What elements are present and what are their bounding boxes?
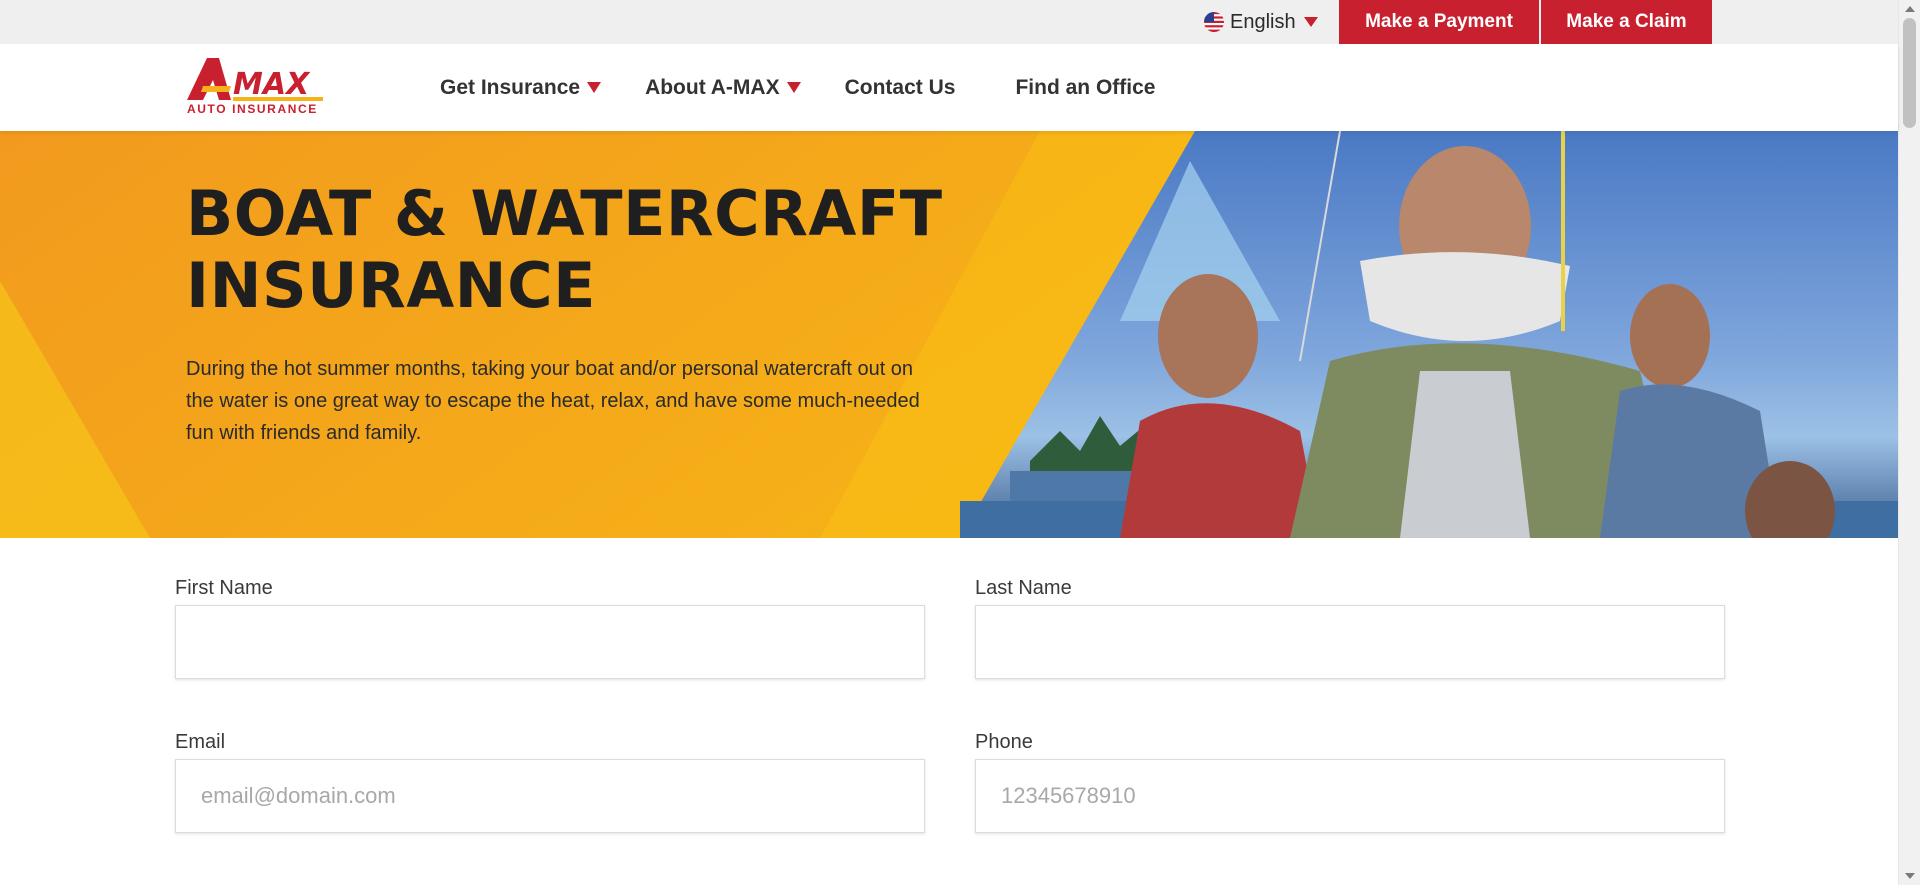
main-nav: Get Insurance About A-MAX Contact Us Fin… — [440, 44, 1155, 131]
first-name-label: First Name — [175, 577, 273, 599]
page-scrollbar[interactable] — [1898, 0, 1920, 885]
nav-get-insurance[interactable]: Get Insurance — [440, 75, 602, 100]
first-name-field[interactable] — [175, 605, 925, 679]
chevron-down-icon — [1303, 17, 1318, 27]
phone-field[interactable] — [975, 759, 1725, 833]
amax-logo[interactable]: MAX AUTO INSURANCE — [185, 56, 325, 120]
language-selector[interactable]: English — [1204, 11, 1318, 33]
hero-banner: BOAT & WATERCRAFT INSURANCE During the h… — [0, 131, 1898, 538]
nav-label-find-office: Find an Office — [1015, 75, 1156, 99]
us-flag-icon — [1204, 12, 1224, 32]
scroll-down-arrow-icon[interactable] — [1905, 873, 1915, 879]
site-header: MAX AUTO INSURANCE Get Insurance About A… — [0, 44, 1898, 131]
make-claim-button[interactable]: Make a Claim — [1541, 0, 1712, 44]
make-payment-button[interactable]: Make a Payment — [1339, 0, 1539, 44]
nav-find-office[interactable]: Find an Office — [1015, 76, 1155, 100]
page-title-line2: INSURANCE — [186, 249, 596, 322]
nav-about[interactable]: About A-MAX — [645, 76, 801, 100]
email-label: Email — [175, 731, 226, 753]
logo-subtitle: AUTO INSURANCE — [187, 102, 318, 116]
phone-label: Phone — [975, 731, 1033, 753]
page-title-line1: BOAT & WATERCRAFT — [186, 177, 943, 250]
language-label: English — [1230, 10, 1296, 33]
quote-form: First Name Last Name Email Phone — [0, 538, 1898, 885]
page-title: BOAT & WATERCRAFT INSURANCE — [186, 178, 986, 322]
last-name-label: Last Name — [975, 577, 1072, 599]
amax-logo-mark: MAX — [187, 58, 323, 102]
nav-contact-us[interactable]: Contact Us — [845, 76, 956, 100]
email-field[interactable] — [175, 759, 925, 833]
nav-label-contact-us: Contact Us — [844, 75, 956, 99]
nav-label-about: About A-MAX — [645, 75, 780, 99]
scroll-up-arrow-icon[interactable] — [1905, 6, 1915, 12]
svg-text:MAX: MAX — [233, 67, 311, 102]
last-name-field[interactable] — [975, 605, 1725, 679]
scroll-thumb[interactable] — [1903, 18, 1916, 128]
hero-description: During the hot summer months, taking you… — [186, 358, 920, 444]
nav-label-get-insurance: Get Insurance — [440, 75, 581, 99]
chevron-down-icon — [786, 82, 801, 93]
utility-bar: English Make a Payment Make a Claim — [0, 0, 1898, 44]
chevron-down-icon — [587, 82, 602, 93]
